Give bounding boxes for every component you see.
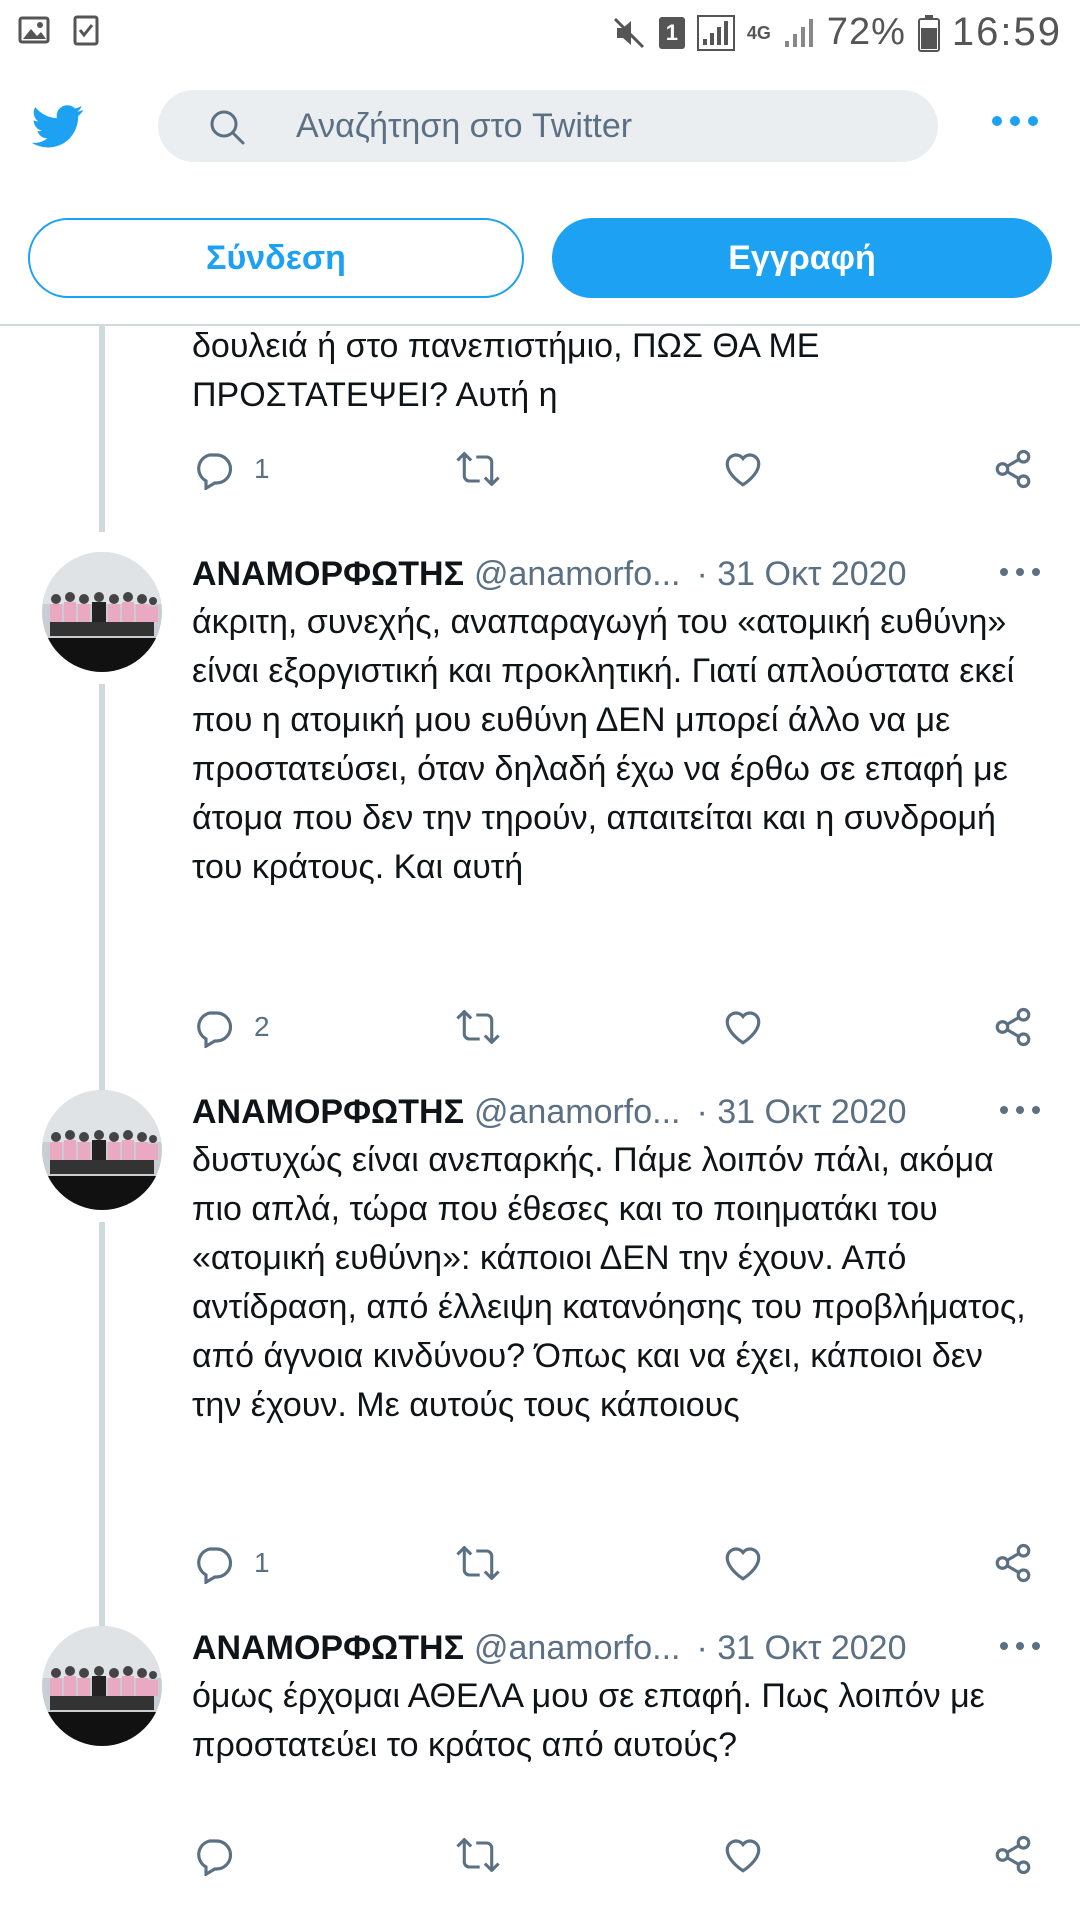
tweet-header: ΑΝΑΜΟΡΦΩΤΗΣ @anamorfo... · 31 Οκτ 2020: [192, 552, 982, 596]
thread-line: [99, 1222, 105, 1638]
signal-sim2-icon: [784, 18, 813, 47]
battery-percent: 72%: [826, 11, 906, 53]
retweet-icon: [456, 1838, 500, 1872]
battery-icon: [917, 14, 940, 52]
search-input[interactable]: [296, 90, 896, 162]
search-bar[interactable]: [158, 90, 938, 162]
more-icon[interactable]: [1000, 568, 1040, 576]
user-handle[interactable]: @anamorfo...: [474, 552, 681, 596]
share-icon: [995, 1835, 1031, 1875]
retweet-button[interactable]: [454, 1006, 502, 1048]
share-button[interactable]: [992, 1006, 1034, 1048]
share-icon: [995, 449, 1031, 489]
thread-line: [99, 684, 105, 1100]
user-name[interactable]: ΑΝΑΜΟΡΦΩΤΗΣ: [192, 1626, 464, 1670]
top-header: Σύνδεση Εγγραφή: [0, 64, 1080, 298]
mute-icon: [613, 17, 644, 48]
heart-icon: [725, 1547, 761, 1581]
reply-count: 1: [254, 1547, 270, 1578]
avatar[interactable]: [42, 1090, 162, 1210]
like-button[interactable]: [722, 448, 764, 490]
clock: 16:59: [951, 10, 1062, 54]
tweet-actions: [192, 1834, 1042, 1884]
tweet-text: δουλειά ή στο πανεπιστήμιο, ΠΩΣ ΘΑ ΜΕ ΠΡ…: [192, 327, 820, 414]
reply-button[interactable]: 1: [192, 448, 270, 490]
more-icon[interactable]: [1000, 1642, 1040, 1650]
share-button[interactable]: [992, 1542, 1034, 1584]
share-icon: [995, 1543, 1031, 1583]
task-notification-icon: [73, 15, 99, 46]
avatar[interactable]: [42, 1626, 162, 1746]
like-button[interactable]: [722, 1006, 764, 1048]
reply-button[interactable]: 1: [192, 1542, 270, 1584]
tweet-actions: 2: [192, 1006, 1042, 1056]
reply-button[interactable]: 2: [192, 1006, 270, 1048]
reply-count: 1: [254, 453, 270, 484]
heart-icon: [725, 453, 761, 487]
more-options-icon[interactable]: [992, 116, 1038, 126]
tweet-thread: δουλειά ή στο πανεπιστήμιο, ΠΩΣ ΘΑ ΜΕ ΠΡ…: [0, 326, 1080, 1920]
user-name[interactable]: ΑΝΑΜΟΡΦΩΤΗΣ: [192, 552, 464, 596]
user-name[interactable]: ΑΝΑΜΟΡΦΩΤΗΣ: [192, 1090, 464, 1134]
search-icon: [210, 110, 245, 145]
share-button[interactable]: [992, 1834, 1034, 1876]
heart-icon: [725, 1839, 761, 1873]
share-icon: [995, 1007, 1031, 1047]
tweet-actions: 1: [192, 448, 1042, 498]
thread-line: [99, 326, 105, 532]
retweet-icon: [456, 1010, 500, 1044]
tweet-date[interactable]: · 31 Οκτ 2020: [697, 1626, 907, 1670]
twitter-logo-icon[interactable]: [28, 100, 88, 152]
tweet-text: δυστυχώς είναι ανεπαρκής. Πάμε λοιπόν πά…: [192, 1141, 1026, 1424]
retweet-button[interactable]: [454, 448, 502, 490]
like-button[interactable]: [722, 1542, 764, 1584]
signal-sim1-icon: [696, 14, 735, 51]
sim-badge: 1: [658, 16, 685, 49]
heart-icon: [725, 1011, 761, 1045]
tweet-date[interactable]: · 31 Οκτ 2020: [697, 1090, 907, 1134]
tweet-text: όμως έρχομαι ΑΘΕΛΑ μου σε επαφή. Πως λοι…: [192, 1677, 985, 1764]
avatar[interactable]: [42, 552, 162, 672]
tweet-text: άκριτη, συνεχής, αναπαραγωγή του «ατομικ…: [192, 603, 1015, 886]
user-handle[interactable]: @anamorfo...: [474, 1626, 681, 1670]
retweet-button[interactable]: [454, 1834, 502, 1876]
reply-count: 2: [254, 1011, 270, 1042]
like-button[interactable]: [722, 1834, 764, 1876]
network-type: 4G: [746, 22, 771, 43]
reply-icon: [197, 1011, 232, 1048]
tweet-date[interactable]: · 31 Οκτ 2020: [697, 552, 907, 596]
reply-icon: [197, 1839, 232, 1876]
gallery-notification-icon: [18, 16, 50, 44]
tweet-actions: 1: [192, 1542, 1042, 1592]
reply-icon: [197, 1547, 232, 1584]
tweet-header: ΑΝΑΜΟΡΦΩΤΗΣ @anamorfo... · 31 Οκτ 2020: [192, 1090, 982, 1134]
reply-button[interactable]: [192, 1834, 254, 1876]
status-bar: 1 4G 72% 16:59: [0, 0, 1080, 64]
user-handle[interactable]: @anamorfo...: [474, 1090, 681, 1134]
reply-icon: [197, 453, 232, 490]
share-button[interactable]: [992, 448, 1034, 490]
more-icon[interactable]: [1000, 1106, 1040, 1114]
login-button[interactable]: Σύνδεση: [28, 218, 524, 298]
signup-button[interactable]: Εγγραφή: [552, 218, 1052, 298]
retweet-button[interactable]: [454, 1542, 502, 1584]
tweet-header: ΑΝΑΜΟΡΦΩΤΗΣ @anamorfo... · 31 Οκτ 2020: [192, 1626, 982, 1670]
retweet-icon: [456, 452, 500, 486]
retweet-icon: [456, 1546, 500, 1580]
